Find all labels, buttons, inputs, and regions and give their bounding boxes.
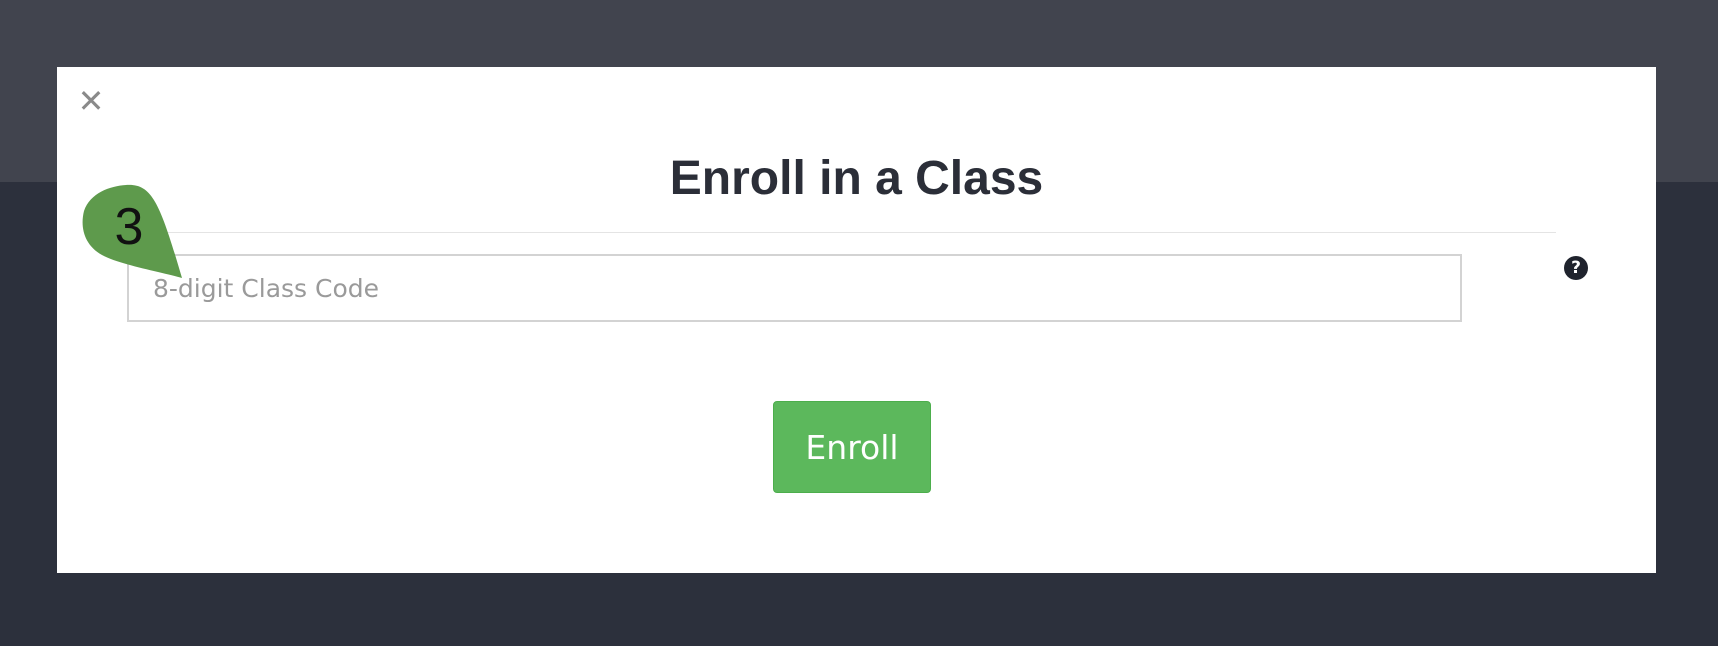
close-icon[interactable]: ✕ (76, 83, 106, 119)
help-icon[interactable]: ? (1564, 256, 1588, 280)
step-number: 3 (114, 198, 144, 256)
enroll-button[interactable]: Enroll (773, 401, 931, 493)
step-annotation-badge: 3 (80, 183, 190, 283)
modal-title: Enroll in a Class (669, 152, 1044, 205)
enroll-modal: ✕ Enroll in a Class ? Enroll (57, 67, 1656, 573)
class-code-input[interactable] (127, 254, 1462, 322)
title-divider (147, 232, 1556, 233)
